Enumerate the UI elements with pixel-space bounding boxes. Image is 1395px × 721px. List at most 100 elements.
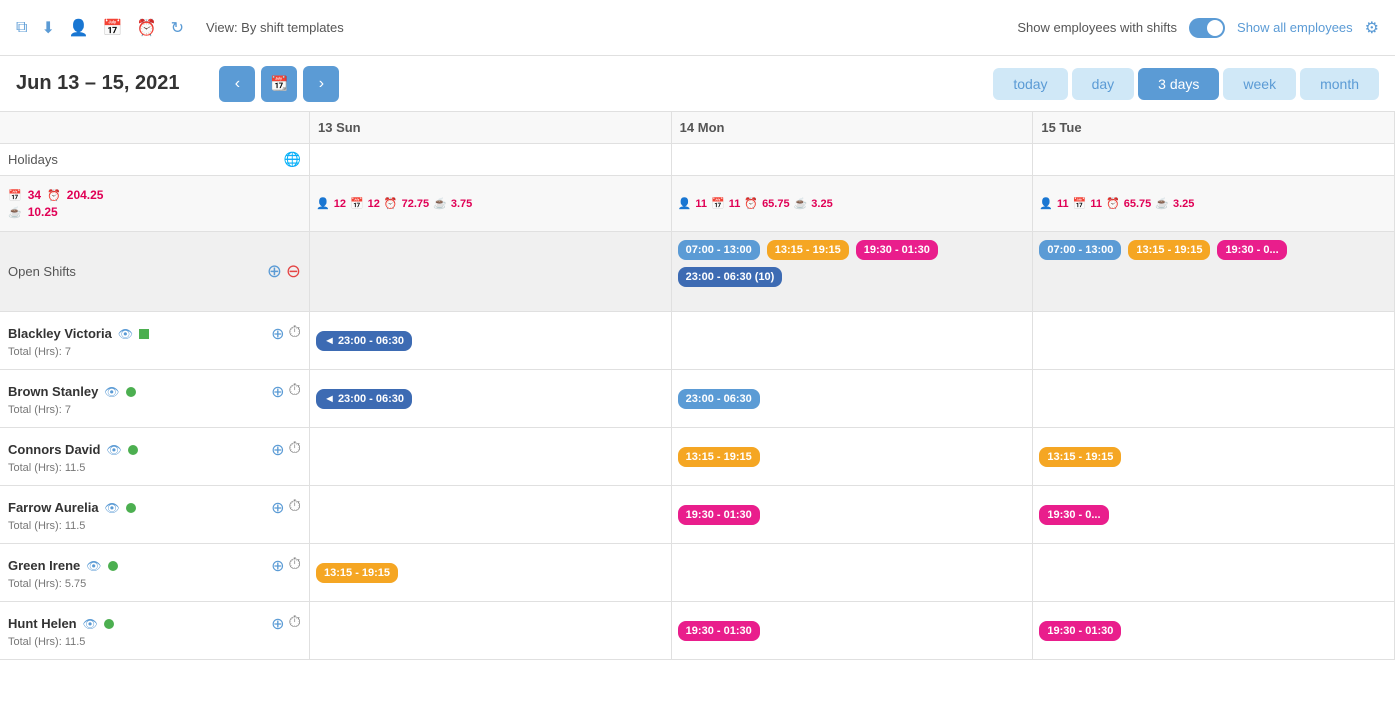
employee-name-farrow: Farrow Aurelia xyxy=(8,500,99,515)
eye-icon-brown[interactable]: 👁 xyxy=(104,385,119,399)
shift-connors-14[interactable]: 13:15 - 19:15 xyxy=(678,447,760,467)
emp-add-brown[interactable]: ⊕ xyxy=(271,382,284,402)
show-all-link[interactable]: Show all employees xyxy=(1237,20,1353,35)
refresh-icon[interactable]: ↻ xyxy=(171,18,184,38)
globe-icon[interactable]: 🌐 xyxy=(284,151,301,168)
shift-14-2[interactable]: 13:15 - 19:15 xyxy=(767,240,849,260)
open-shifts-add-icon[interactable]: ⊕ xyxy=(267,261,282,282)
show-employees-toggle[interactable] xyxy=(1189,18,1225,38)
shift-farrow-14[interactable]: 19:30 - 01:30 xyxy=(678,505,760,525)
tab-today[interactable]: today xyxy=(993,68,1067,100)
emp-add-blackley[interactable]: ⊕ xyxy=(271,324,284,344)
emp-day15-green xyxy=(1033,544,1395,601)
emp-clock-green[interactable]: ⏱ xyxy=(289,556,301,576)
clock-icon[interactable]: ⏰ xyxy=(137,18,157,38)
stat13-coffee: 3.75 xyxy=(451,198,472,210)
calendar-icon[interactable]: 📅 xyxy=(103,18,123,38)
open-shifts-row: Open Shifts ⊕ ⊖ 07:00 - 13:00 13:15 - 19… xyxy=(0,232,1395,312)
stat-clock-num: 204.25 xyxy=(67,188,104,202)
shift-brown-13[interactable]: ◄ 23:00 - 06:30 xyxy=(316,389,412,409)
open-shifts-days: 07:00 - 13:00 13:15 - 19:15 19:30 - 01:3… xyxy=(310,232,1395,311)
emp-total-brown: Total (Hrs): 7 xyxy=(8,404,301,416)
employee-row-farrow: Farrow Aurelia 👁 ⊕ ⏱ Total (Hrs): 11.5 1… xyxy=(0,486,1395,544)
stat15-coffee: 3.25 xyxy=(1173,198,1194,210)
shift-14-3[interactable]: 19:30 - 01:30 xyxy=(856,240,938,260)
employee-days-blackley: ◄ 23:00 - 06:30 xyxy=(310,312,1395,369)
open-shifts-left: Open Shifts ⊕ ⊖ xyxy=(0,232,310,311)
shift-14-1[interactable]: 07:00 - 13:00 xyxy=(678,240,760,260)
emp-total-connors: Total (Hrs): 11.5 xyxy=(8,462,301,474)
status-dot-hunt xyxy=(104,619,114,629)
calendar-picker-button[interactable]: 📆 xyxy=(261,66,297,102)
employee-row-green: Green Irene 👁 ⊕ ⏱ Total (Hrs): 5.75 13:1… xyxy=(0,544,1395,602)
shift-15-1[interactable]: 07:00 - 13:00 xyxy=(1039,240,1121,260)
emp-add-connors[interactable]: ⊕ xyxy=(271,440,284,460)
holidays-label: Holidays xyxy=(8,152,58,167)
emp-clock-farrow[interactable]: ⏱ xyxy=(289,498,301,518)
emp-total-blackley: Total (Hrs): 7 xyxy=(8,346,301,358)
shift-14-4[interactable]: 23:00 - 06:30 (10) xyxy=(678,267,783,287)
stat13-people: 12 xyxy=(334,198,346,210)
eye-icon-connors[interactable]: 👁 xyxy=(106,443,121,457)
emp-actions-farrow: ⊕ ⏱ xyxy=(271,498,301,518)
copy-icon[interactable]: ⧉ xyxy=(16,19,27,37)
emp-day15-brown xyxy=(1033,370,1395,427)
employee-left-blackley: Blackley Victoria 👁 ⊕ ⏱ Total (Hrs): 7 xyxy=(0,312,310,369)
emp-add-green[interactable]: ⊕ xyxy=(271,556,284,576)
employee-row-hunt: Hunt Helen 👁 ⊕ ⏱ Total (Hrs): 11.5 19:30… xyxy=(0,602,1395,660)
shift-green-13[interactable]: 13:15 - 19:15 xyxy=(316,563,398,583)
stat14-coffee: 3.25 xyxy=(811,198,832,210)
emp-add-farrow[interactable]: ⊕ xyxy=(271,498,284,518)
emp-day15-farrow: 19:30 - 0... xyxy=(1033,486,1395,543)
emp-clock-blackley[interactable]: ⏱ xyxy=(289,324,301,344)
employee-days-farrow: 19:30 - 01:30 19:30 - 0... xyxy=(310,486,1395,543)
prev-button[interactable]: ‹ xyxy=(219,66,255,102)
shift-hunt-14[interactable]: 19:30 - 01:30 xyxy=(678,621,760,641)
employee-name-connors: Connors David xyxy=(8,442,100,457)
day-headers: 13 Sun 14 Mon 15 Tue xyxy=(310,112,1395,143)
employee-name-row-green: Green Irene 👁 ⊕ ⏱ xyxy=(8,556,301,576)
shift-15-3[interactable]: 19:30 - 0... xyxy=(1217,240,1286,260)
employee-row-connors: Connors David 👁 ⊕ ⏱ Total (Hrs): 11.5 13… xyxy=(0,428,1395,486)
toolbar-icons: ⧉ ⬇ 👤 📅 ⏰ ↻ View: By shift templates xyxy=(16,18,344,38)
tab-month[interactable]: month xyxy=(1300,68,1379,100)
emp-clock-connors[interactable]: ⏱ xyxy=(289,440,301,460)
toolbar: ⧉ ⬇ 👤 📅 ⏰ ↻ View: By shift templates Sho… xyxy=(0,0,1395,56)
tab-3days[interactable]: 3 days xyxy=(1138,68,1219,100)
emp-total-farrow: Total (Hrs): 11.5 xyxy=(8,520,301,532)
stats-summary: 📅 34 ⏰ 204.25 ☕ 10.25 xyxy=(0,176,310,231)
open-shifts-day-15: 07:00 - 13:00 13:15 - 19:15 19:30 - 0... xyxy=(1033,232,1395,311)
emp-day14-connors: 13:15 - 19:15 xyxy=(672,428,1034,485)
tab-day[interactable]: day xyxy=(1072,68,1135,100)
emp-add-hunt[interactable]: ⊕ xyxy=(271,614,284,634)
emp-clock-brown[interactable]: ⏱ xyxy=(289,382,301,402)
employee-days-connors: 13:15 - 19:15 13:15 - 19:15 xyxy=(310,428,1395,485)
download-icon[interactable]: ⬇ xyxy=(41,18,54,38)
next-button[interactable]: › xyxy=(303,66,339,102)
date-nav: Jun 13 – 15, 2021 ‹ 📆 › today day 3 days… xyxy=(0,56,1395,112)
shift-farrow-15[interactable]: 19:30 - 0... xyxy=(1039,505,1108,525)
people-icon[interactable]: 👤 xyxy=(69,18,89,38)
shift-15-2[interactable]: 13:15 - 19:15 xyxy=(1128,240,1210,260)
shift-brown-14[interactable]: 23:00 - 06:30 xyxy=(678,389,760,409)
tab-week[interactable]: week xyxy=(1223,68,1296,100)
eye-icon-farrow[interactable]: 👁 xyxy=(105,501,120,515)
day-header-14: 14 Mon xyxy=(672,112,1034,143)
eye-icon-green[interactable]: 👁 xyxy=(86,559,101,573)
gear-icon[interactable]: ⚙ xyxy=(1365,18,1379,38)
emp-day13-hunt xyxy=(310,602,672,659)
emp-day13-blackley: ◄ 23:00 - 06:30 xyxy=(310,312,672,369)
eye-icon-hunt[interactable]: 👁 xyxy=(83,617,98,631)
emp-day14-blackley xyxy=(672,312,1034,369)
toolbar-right: Show employees with shifts Show all empl… xyxy=(1017,18,1379,38)
shift-blackley-13[interactable]: ◄ 23:00 - 06:30 xyxy=(316,331,412,351)
open-shifts-remove-icon[interactable]: ⊖ xyxy=(286,261,301,282)
eye-icon-blackley[interactable]: 👁 xyxy=(118,327,133,341)
stats-row: 📅 34 ⏰ 204.25 ☕ 10.25 👤12 📅12 ⏰72.75 ☕3.… xyxy=(0,176,1395,232)
emp-clock-hunt[interactable]: ⏱ xyxy=(289,614,301,634)
nav-buttons: ‹ 📆 › xyxy=(219,66,339,102)
shift-hunt-15[interactable]: 19:30 - 01:30 xyxy=(1039,621,1121,641)
emp-day13-farrow xyxy=(310,486,672,543)
employee-row-brown: Brown Stanley 👁 ⊕ ⏱ Total (Hrs): 7 ◄ 23:… xyxy=(0,370,1395,428)
shift-connors-15[interactable]: 13:15 - 19:15 xyxy=(1039,447,1121,467)
